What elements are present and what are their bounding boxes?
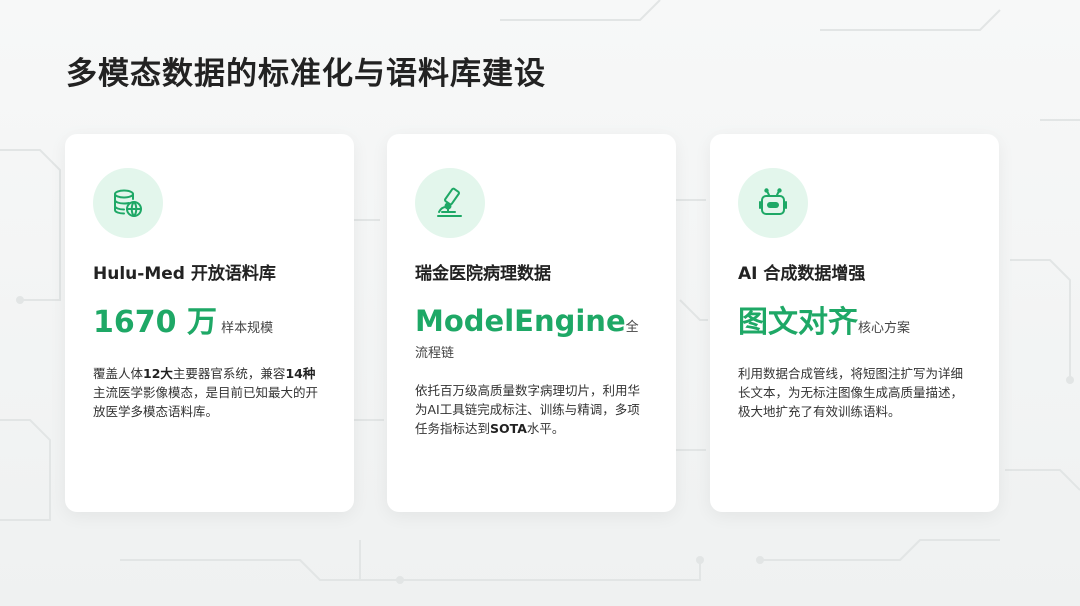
desc-highlight: SOTA [490,421,527,436]
stat-line: 1670 万 样本规模 [93,308,326,344]
desc-highlight: 14种 [285,366,316,381]
stat-value: 1670 万 [93,305,217,340]
stat-unit: 样本规模 [221,321,274,336]
feature-card-ruijin-pathology: 瑞金医院病理数据 ModelEngine全流程链 依托百万级高质量数字病理切片，… [387,134,676,512]
slide: 多模态数据的标准化与语料库建设 Hulu-Med 开放语料库 1670 万 样本… [0,0,1080,606]
desc-highlight: 12大 [143,366,173,381]
stat-value: 图文对齐 [738,305,858,340]
database-globe-icon [93,168,163,238]
stat-unit: 核心方案 [858,321,911,336]
desc-text: 覆盖人体 [93,366,144,381]
card-heading: Hulu-Med 开放语料库 [93,264,276,284]
feature-card-hulu-med: Hulu-Med 开放语料库 1670 万 样本规模 覆盖人体12大主要器官系统… [65,134,354,512]
stat-line: 图文对齐核心方案 [738,308,971,344]
desc-text: 主流医学影像模态，是目前已知最大的开放医学多模态语料库。 [93,385,319,419]
microscope-icon [415,168,485,238]
desc-text: 主要器官系统，兼容 [172,366,286,381]
card-description: 利用数据合成管线，将短图注扩写为详细长文本，为无标注图像生成高质量描述，极大地扩… [738,364,971,421]
page-title: 多模态数据的标准化与语料库建设 [66,56,546,92]
feature-card-ai-synthesis: AI 合成数据增强 图文对齐核心方案 利用数据合成管线，将短图注扩写为详细长文本… [710,134,999,512]
stat-line: ModelEngine全流程链 [415,307,648,367]
desc-text: 利用数据合成管线，将短图注扩写为详细长文本，为无标注图像生成高质量描述，极大地扩… [738,366,964,419]
card-heading: 瑞金医院病理数据 [415,264,551,284]
stat-value: ModelEngine [415,304,626,338]
card-description: 覆盖人体12大主要器官系统，兼容14种主流医学影像模态，是目前已知最大的开放医学… [93,364,326,421]
card-description: 依托百万级高质量数字病理切片，利用华为AI工具链完成标注、训练与精调，多项任务指… [415,381,648,438]
robot-icon [738,168,808,238]
desc-text: 水平。 [526,421,565,436]
card-heading: AI 合成数据增强 [738,264,866,284]
